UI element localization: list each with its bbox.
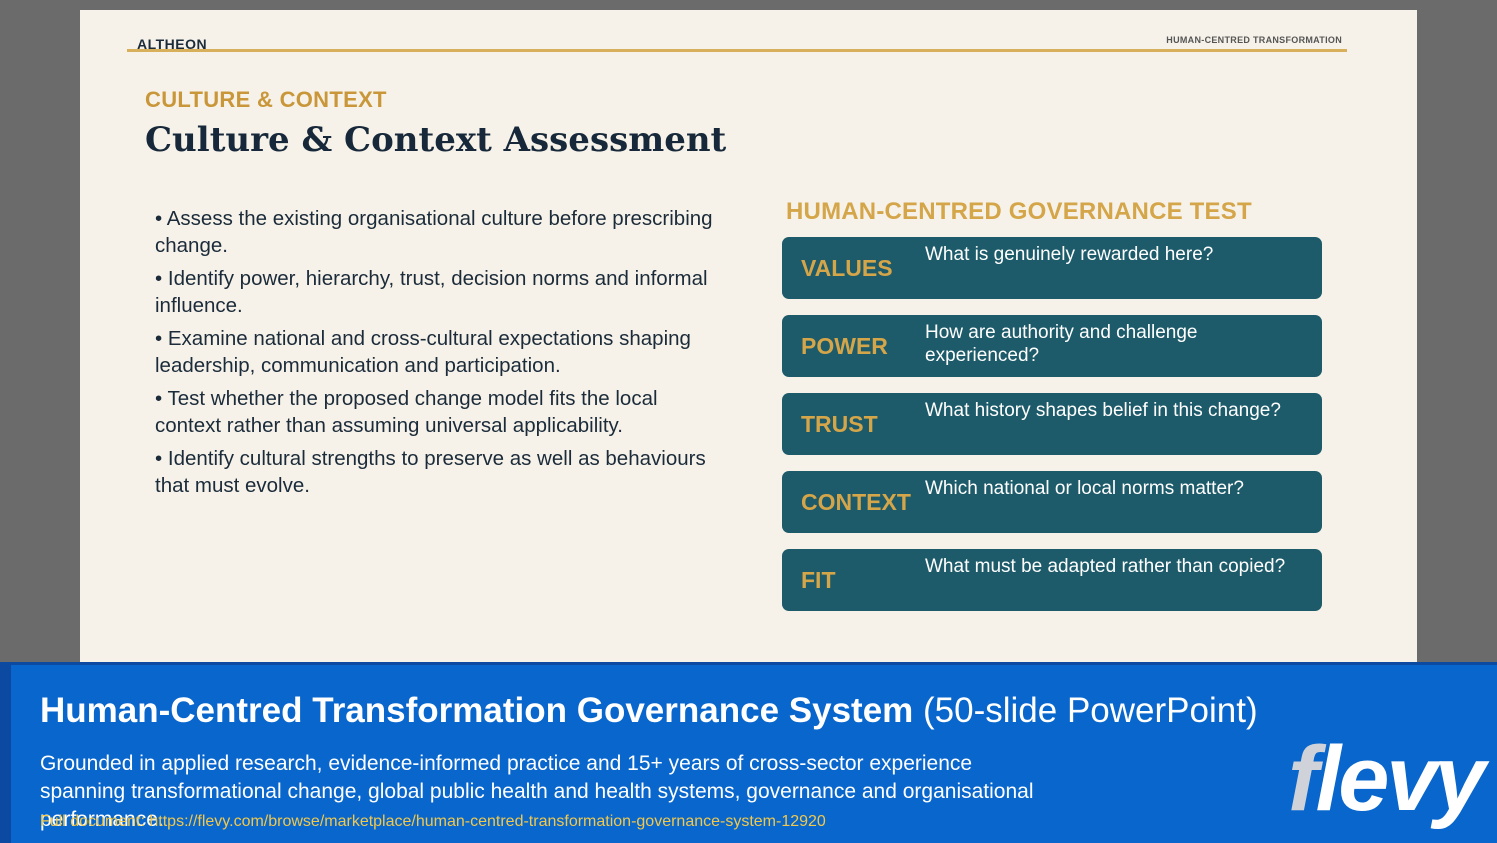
- banner-title-light: (50-slide PowerPoint): [923, 691, 1258, 730]
- card-power: POWER How are authority and challenge ex…: [782, 315, 1322, 377]
- slide: ALTHEON HUMAN-CENTRED TRANSFORMATION CUL…: [80, 10, 1417, 665]
- card-context: CONTEXT Which national or local norms ma…: [782, 471, 1322, 533]
- flevy-logo[interactable]: flevy: [1288, 733, 1486, 825]
- governance-test-cards: VALUES What is genuinely rewarded here? …: [782, 237, 1322, 627]
- governance-test-title: HUMAN-CENTRED GOVERNANCE TEST: [786, 198, 1252, 225]
- card-values: VALUES What is genuinely rewarded here?: [782, 237, 1322, 299]
- section-kicker: CULTURE & CONTEXT: [145, 87, 387, 112]
- card-label: CONTEXT: [801, 488, 911, 515]
- card-label: VALUES: [801, 254, 893, 281]
- card-question: What history shapes belief in this chang…: [925, 400, 1281, 421]
- bullet-item: • Assess the existing organisational cul…: [155, 207, 713, 257]
- card-trust: TRUST What history shapes belief in this…: [782, 393, 1322, 455]
- slide-title: Culture & Context Assessment: [145, 120, 727, 160]
- bullet-list: • Assess the existing organisational cul…: [155, 206, 725, 506]
- card-question: Which national or local norms matter?: [925, 478, 1244, 499]
- header-divider: [127, 49, 1347, 52]
- card-label: POWER: [801, 332, 888, 359]
- card-question: How are authority and challenge experien…: [925, 322, 1198, 366]
- bullet-item: • Identify power, hierarchy, trust, deci…: [155, 267, 708, 317]
- banner-accent-bar: [0, 665, 11, 843]
- bullet-item: • Test whether the proposed change model…: [155, 387, 658, 437]
- card-label: TRUST: [801, 410, 878, 437]
- card-label: FIT: [801, 566, 836, 593]
- bullet-item: • Examine national and cross-cultural ex…: [155, 327, 691, 377]
- card-fit: FIT What must be adapted rather than cop…: [782, 549, 1322, 611]
- card-question: What is genuinely rewarded here?: [925, 244, 1214, 265]
- bullet-item: • Identify cultural strengths to preserv…: [155, 447, 706, 497]
- document-link[interactable]: Full document: https://flevy.com/browse/…: [40, 813, 826, 831]
- card-question: What must be adapted rather than copied?: [925, 556, 1286, 577]
- banner-title: Human-Centred Transformation Governance …: [40, 691, 1258, 731]
- promo-banner: Human-Centred Transformation Governance …: [0, 662, 1497, 843]
- header-tag: HUMAN-CENTRED TRANSFORMATION: [1166, 35, 1342, 45]
- banner-title-bold: Human-Centred Transformation Governance …: [40, 691, 914, 730]
